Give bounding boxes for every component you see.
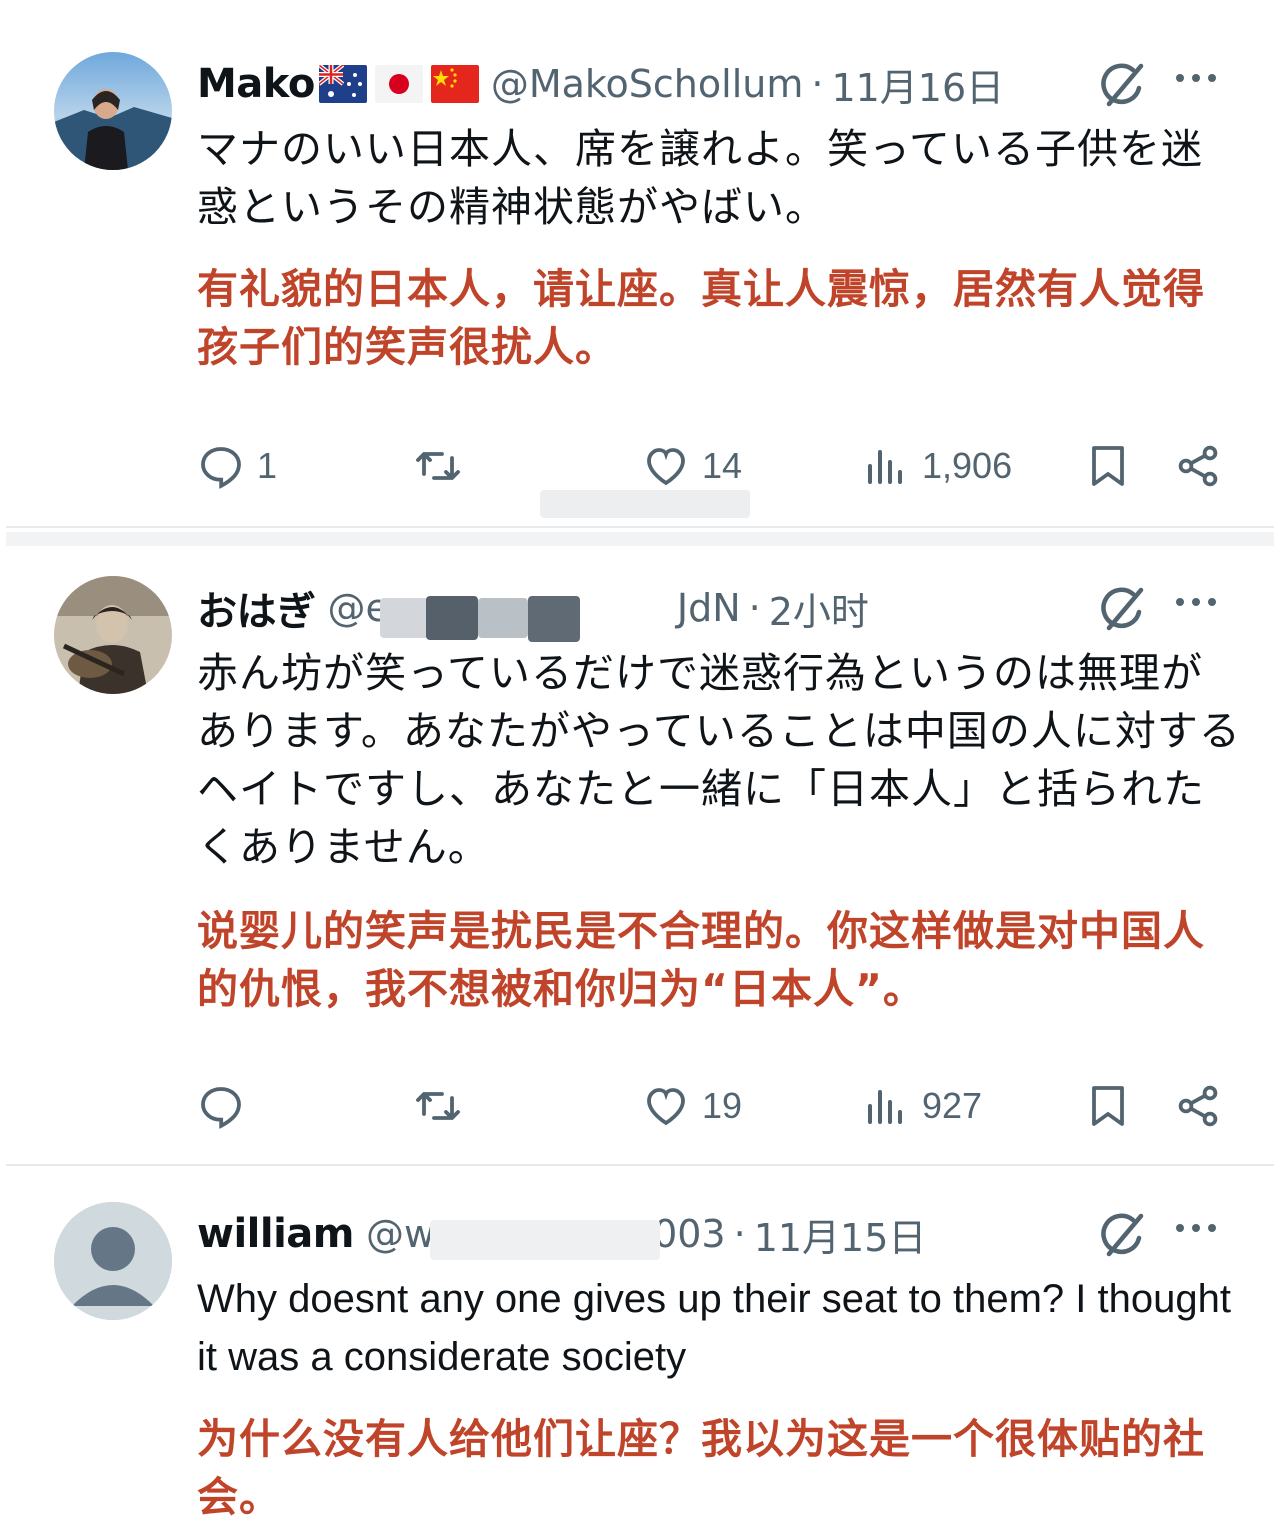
share-button[interactable] [1174,436,1222,496]
display-name[interactable]: おはぎ [197,579,316,637]
avatar[interactable] [54,576,172,694]
like-count: 19 [702,1085,743,1126]
grok-icon[interactable] [1095,582,1149,636]
view-count: 1,906 [922,445,1013,486]
more-icon[interactable] [1176,66,1224,90]
like-icon [647,1088,685,1126]
views-button[interactable]: 927 [862,1076,982,1136]
grok-icon[interactable] [1095,1208,1149,1262]
redaction-block [528,596,580,642]
translation-text: 有礼貌的日本人，请让座。真让人震惊，居然有人觉得孩子们的笑声很扰人。 [197,265,1205,371]
separator-dot: · [748,586,761,630]
like-icon [647,448,685,486]
translation-text: 为什么没有人给他们让座？我以为这是一个很体贴的社会。 [197,1415,1205,1521]
share-icon [1178,445,1218,487]
divider [6,1164,1274,1166]
like-button[interactable]: 14 [642,436,742,496]
reply-icon [201,1087,241,1129]
flag-emojis [318,65,479,103]
user-handle[interactable]: @w [366,1212,435,1256]
redaction-block [478,598,528,638]
watermark [540,490,750,518]
separator-dot: · [811,62,824,106]
tweet-text: マナのいい日本人、席を譲れよ。笑っている子供を迷惑というその精神状態がやばい。 [197,125,1203,231]
like-count: 14 [702,445,743,486]
retweet-icon [416,1092,460,1120]
tweet-header: おはぎ @e JdN · 2小时 [197,576,1237,640]
share-button[interactable] [1174,1076,1222,1136]
retweet-button[interactable] [414,436,462,496]
display-name[interactable]: Mako [197,61,315,107]
reply-icon [201,447,241,489]
separator-dot: · [733,1212,746,1256]
more-icon[interactable] [1176,1216,1224,1240]
more-icon[interactable] [1176,590,1224,614]
display-name[interactable]: william [197,1211,354,1257]
reply-button[interactable]: 1 [197,436,277,496]
bookmark-button[interactable] [1084,436,1132,496]
share-icon [1178,1085,1218,1127]
translation-text: 说婴儿的笑声是扰民是不合理的。你这样做是对中国人的仇恨，我不想被和你归为“日本人… [197,907,1205,1013]
tweet-header: william @w 003 · 11月15日 [197,1202,1237,1266]
view-count: 927 [922,1085,983,1126]
handle-suffix: JdN [676,586,741,630]
reply-button[interactable] [197,1076,245,1136]
china-flag-icon [430,65,479,103]
user-handle[interactable]: @MakoSchollum [491,62,804,106]
tweet-header: Mako @MakoSchollum · 11月16日 [197,52,1237,116]
timestamp[interactable]: 11月15日 [754,1207,927,1262]
bookmark-button[interactable] [1084,1076,1132,1136]
tweet-text: Why doesnt any one gives up their seat t… [197,1277,1231,1379]
redaction-block [426,596,478,640]
bookmark-icon [1092,1086,1124,1126]
divider [6,532,1274,546]
reply-count: 1 [257,445,278,486]
japan-flag-icon [374,65,423,103]
bookmark-icon [1092,446,1124,486]
australia-flag-icon [318,65,367,103]
like-button[interactable]: 19 [642,1076,742,1136]
avatar[interactable] [54,52,172,170]
action-bar: 1 14 1,906 [0,436,1280,496]
timestamp[interactable]: 2小时 [769,581,869,636]
redaction-block [430,1220,660,1260]
avatar[interactable] [54,1202,172,1320]
views-button[interactable]: 1,906 [862,436,1012,496]
views-icon [868,450,902,484]
retweet-button[interactable] [414,1076,462,1136]
views-icon [868,1090,902,1124]
timestamp[interactable]: 11月16日 [831,57,1004,112]
tweet-text: 赤ん坊が笑っているだけで迷惑行為というのは無理があります。あなたがやっていること… [197,649,1241,871]
retweet-icon [416,452,460,480]
divider [6,526,1274,528]
action-bar: 19 927 [0,1076,1280,1136]
grok-icon[interactable] [1095,58,1149,112]
handle-suffix: 003 [653,1212,726,1256]
